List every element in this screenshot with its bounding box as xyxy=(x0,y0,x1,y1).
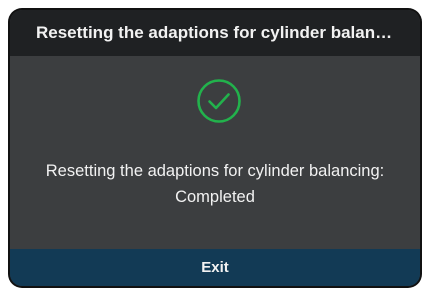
exit-button[interactable]: Exit xyxy=(10,249,420,286)
exit-button-label: Exit xyxy=(201,259,229,276)
status-message: Resetting the adaptions for cylinder bal… xyxy=(45,162,385,206)
dialog-title-bar: Resetting the adaptions for cylinder bal… xyxy=(10,10,420,56)
completion-dialog: Resetting the adaptions for cylinder bal… xyxy=(10,10,420,286)
dialog-title: Resetting the adaptions for cylinder bal… xyxy=(36,23,393,42)
check-circle-icon xyxy=(197,79,241,123)
